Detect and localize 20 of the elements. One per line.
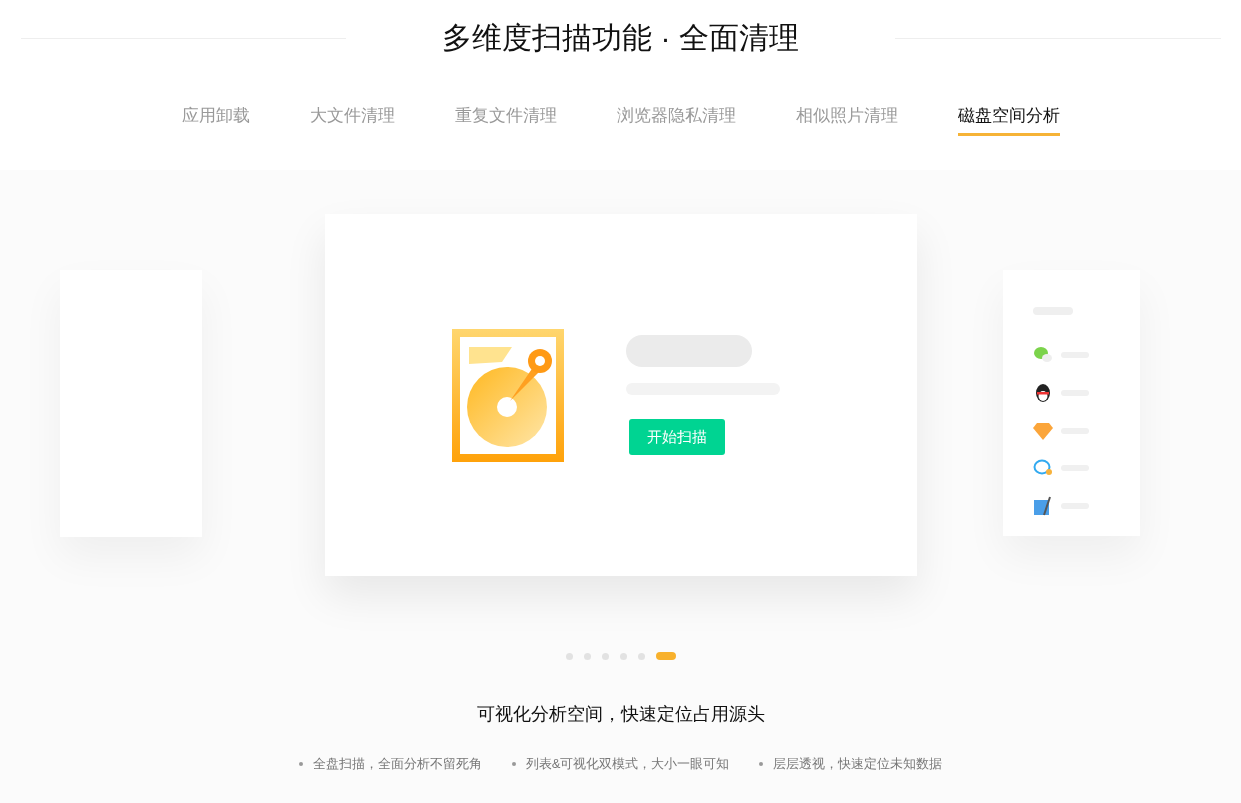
start-scan-button[interactable]: 开始扫描 xyxy=(628,419,725,455)
chat-bubble-icon xyxy=(1033,459,1053,477)
feature-caption: 可视化分析空间，快速定位占用源头 xyxy=(476,703,765,726)
diamond-icon xyxy=(1033,422,1053,440)
penguin-icon xyxy=(1033,383,1053,403)
feature-text: 列表&可视化双模式，大小一眼可知 xyxy=(525,755,730,773)
category-tab[interactable]: 重复文件清理 xyxy=(454,103,557,136)
category-tab[interactable]: 浏览器隐私清理 xyxy=(616,103,736,136)
category-tab[interactable]: 大文件清理 xyxy=(309,103,395,136)
chat-bubbles-icon xyxy=(1033,346,1053,364)
category-tab[interactable]: 应用卸载 xyxy=(181,103,250,136)
category-tab[interactable]: 磁盘空间分析 xyxy=(957,103,1060,136)
section-heading: 多维度扫描功能 · 全面清理 xyxy=(442,20,799,56)
feature-text: 全盘扫描，全面分析不留死角 xyxy=(312,755,482,773)
category-tab[interactable]: 相似照片清理 xyxy=(795,103,898,136)
bullet-icon xyxy=(511,761,516,766)
bullet-icon xyxy=(759,761,764,766)
bullet-icon xyxy=(298,761,303,766)
hammer-blueprint-icon xyxy=(1033,496,1053,516)
feature-text: 层层透视，快速定位未知数据 xyxy=(773,755,943,773)
